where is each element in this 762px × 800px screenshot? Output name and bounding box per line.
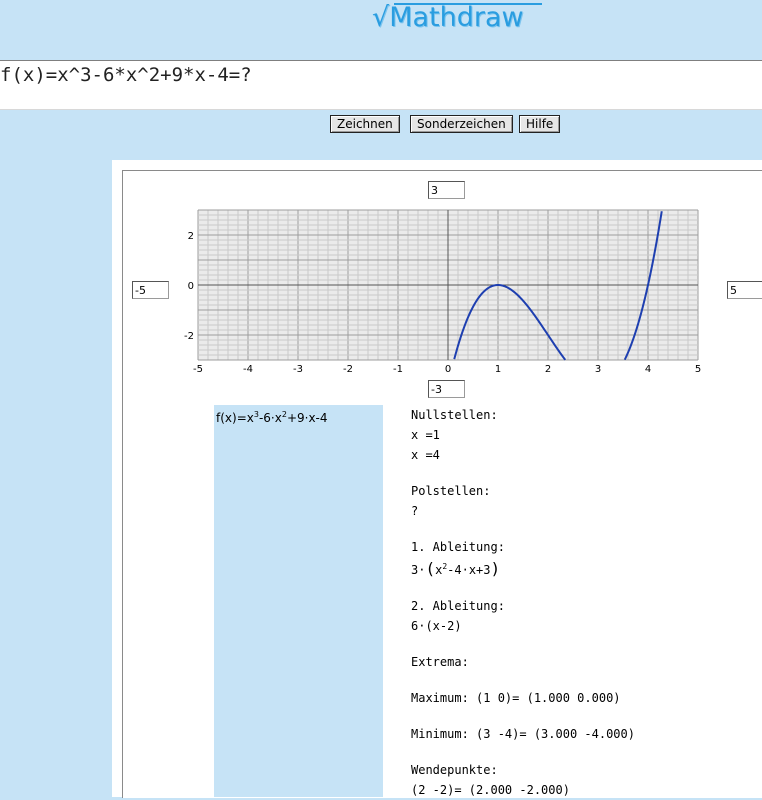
x-min-input[interactable] xyxy=(132,281,169,299)
inflection-value: (2 -2)= (2.000 -2.000) xyxy=(411,783,570,797)
extrema-heading: Extrema: xyxy=(411,655,469,669)
first-derivative-value: 3·(x2-4·x+3) xyxy=(411,559,501,578)
x-tick-label: 5 xyxy=(695,364,701,375)
function-prefix: f(x)=x xyxy=(216,411,254,425)
x-tick-label: 4 xyxy=(645,364,651,375)
minimum-value: Minimum: (3 -4)= (3.000 -4.000) xyxy=(411,727,635,741)
second-derivative-heading: 2. Ableitung: xyxy=(411,599,505,613)
analysis-results: Nullstellen: x =1 x =4 Polstellen: ? 1. … xyxy=(411,405,635,800)
formula-bar xyxy=(0,60,762,110)
y-tick-label: -2 xyxy=(184,331,194,342)
function-sidebar xyxy=(214,405,383,797)
zeros-heading: Nullstellen: xyxy=(411,408,498,422)
maximum-value: Maximum: (1 0)= (1.000 0.000) xyxy=(411,691,621,705)
second-derivative-value: 6·(x-2) xyxy=(411,619,462,633)
first-derivative-rest: -4·x+3 xyxy=(447,563,491,577)
function-display: f(x)=x3-6·x2+9·x-4 xyxy=(216,410,328,425)
formula-input[interactable] xyxy=(0,61,760,89)
function-suffix: +9·x-4 xyxy=(286,411,328,425)
y-max-input[interactable] xyxy=(428,181,465,199)
x-tick-label: -3 xyxy=(293,364,303,375)
function-middle: -6·x xyxy=(258,411,282,425)
first-derivative-factor: 3· xyxy=(411,563,426,577)
x-tick-label: 3 xyxy=(595,364,601,375)
help-button[interactable]: Hilfe xyxy=(519,115,561,133)
logo-overline xyxy=(394,3,542,5)
function-plot: -5 -4 -3 -2 -1 0 1 2 3 4 5 2 0 -2 xyxy=(184,209,701,375)
x-tick-label: -2 xyxy=(343,364,353,375)
x-max-input[interactable] xyxy=(727,281,762,299)
x-tick-label: -1 xyxy=(393,364,403,375)
inflection-heading: Wendepunkte: xyxy=(411,763,498,777)
poles-value: ? xyxy=(411,504,419,518)
draw-button[interactable]: Zeichnen xyxy=(330,115,400,133)
y-tick-label: 2 xyxy=(188,231,194,242)
sqrt-logo-symbol: √ xyxy=(372,2,390,33)
x-tick-label: -4 xyxy=(243,364,253,375)
x-tick-label: -5 xyxy=(193,364,203,375)
x-tick-label: 0 xyxy=(445,364,451,375)
first-derivative-heading: 1. Ableitung: xyxy=(411,540,505,554)
zero-1: x =1 xyxy=(411,428,440,442)
special-characters-button[interactable]: Sonderzeichen xyxy=(410,115,513,133)
y-tick-label: 0 xyxy=(188,281,194,292)
app-logo: √Mathdraw xyxy=(372,2,542,36)
zero-2: x =4 xyxy=(411,448,440,462)
poles-heading: Polstellen: xyxy=(411,484,491,498)
x-tick-label: 1 xyxy=(495,364,501,375)
logo-text: Mathdraw xyxy=(389,2,524,33)
x-tick-label: 2 xyxy=(545,364,551,375)
y-min-input[interactable] xyxy=(428,380,465,398)
